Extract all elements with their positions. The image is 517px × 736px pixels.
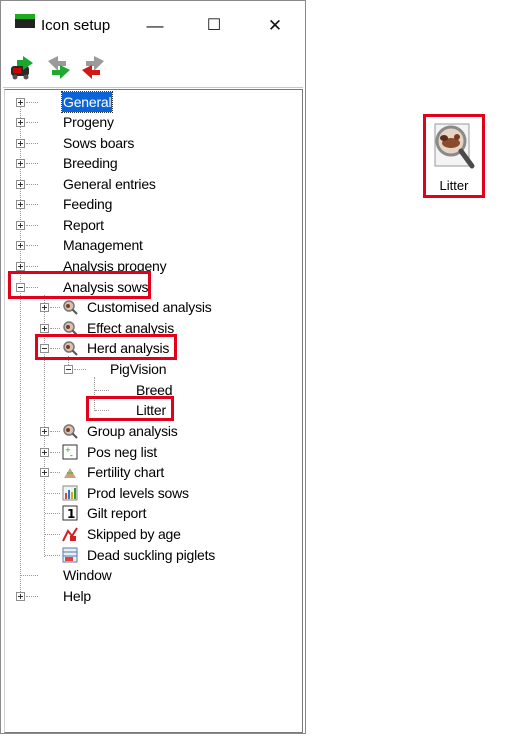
tree-item-general[interactable]: General (5, 91, 295, 113)
svg-text:1: 1 (67, 507, 75, 521)
tree-item-label: General entries (63, 176, 156, 192)
tree-item-label: Customised analysis (87, 299, 212, 315)
tree-item-label: Prod levels sows (87, 485, 189, 501)
tree-item-management[interactable]: Management (5, 235, 295, 255)
tree-item-customised-analysis[interactable]: Customised analysis (5, 297, 295, 317)
number-one-icon: 1 (62, 505, 78, 521)
tree-item-group-analysis[interactable]: Group analysis (5, 421, 295, 441)
litter-preview[interactable]: Litter (427, 118, 481, 195)
export-car-icon[interactable] (9, 53, 37, 81)
expand-toggle[interactable] (16, 592, 25, 601)
fertility-chart-icon (64, 468, 76, 478)
tree-item-label: Feeding (63, 196, 113, 212)
expand-toggle[interactable] (40, 468, 49, 477)
back-red-arrows-icon[interactable] (79, 53, 107, 81)
tree-item-label: Fertility chart (87, 464, 165, 480)
expand-toggle[interactable] (16, 139, 25, 148)
tree-item-pos-neg-list[interactable]: + - Pos neg list (5, 442, 295, 462)
tree-item-window[interactable]: Window (5, 565, 295, 585)
bar-chart-icon (62, 485, 78, 501)
expand-toggle[interactable] (40, 303, 49, 312)
tree-item-label: Skipped by age (87, 526, 181, 542)
expand-toggle[interactable] (40, 324, 49, 333)
tree-item-skipped-by-age[interactable]: Skipped by age (5, 524, 295, 544)
maximize-button[interactable]: ☐ (191, 11, 237, 41)
tree-item-fertility-chart[interactable]: Fertility chart (5, 462, 295, 482)
litter-preview-label: Litter (439, 178, 469, 193)
skipped-chart-icon (62, 527, 78, 542)
tree-item-label: Sows boars (63, 135, 135, 151)
tree-item-label: Group analysis (87, 423, 178, 439)
expand-toggle[interactable] (16, 241, 25, 250)
expand-toggle[interactable] (40, 448, 49, 457)
tree-item-label: PigVision (110, 361, 167, 377)
expand-toggle[interactable] (16, 180, 25, 189)
tree-item-label: Pos neg list (87, 444, 157, 460)
piglets-table-icon (62, 547, 78, 563)
svg-text:-: - (70, 451, 73, 460)
magnifier-pig-icon (434, 123, 475, 169)
expand-toggle[interactable] (40, 427, 49, 436)
magnifier-pig-icon (63, 424, 78, 439)
tree-item-feeding[interactable]: Feeding (5, 194, 295, 214)
tree-item-help[interactable]: Help (5, 586, 295, 606)
collapse-toggle[interactable] (64, 365, 73, 374)
tree-item-label: Help (63, 588, 91, 604)
tree-item-breeding[interactable]: Breeding (5, 153, 295, 173)
tree-item-label: Management (63, 237, 143, 253)
highlight-herd-analysis (35, 334, 177, 360)
app-icon (15, 14, 35, 28)
expand-toggle[interactable] (16, 200, 25, 209)
highlight-litter (86, 396, 174, 421)
title-bar[interactable]: Icon setup — ☐ ✕ (1, 1, 305, 47)
window-title: Icon setup (41, 17, 111, 34)
expand-toggle[interactable] (16, 221, 25, 230)
forward-green-arrows-icon[interactable] (45, 53, 73, 81)
tree-item-label: Gilt report (87, 505, 147, 521)
tree-item-label: Window (63, 567, 112, 583)
highlight-analysis-sows (8, 271, 151, 299)
tree-item-dead-suckling-piglets[interactable]: Dead suckling piglets (5, 545, 295, 565)
tree-item-label: Report (63, 217, 104, 233)
tree-item-progeny[interactable]: Progeny (5, 112, 295, 132)
tree-item-label: General (60, 91, 114, 113)
tree-item-label: Breeding (63, 155, 118, 171)
expand-toggle[interactable] (16, 159, 25, 168)
minimize-button[interactable]: — (132, 11, 178, 41)
expand-toggle[interactable] (16, 262, 25, 271)
expand-toggle[interactable] (16, 98, 25, 107)
tree-item-label: Progeny (63, 114, 114, 130)
tree-item-label: Dead suckling piglets (87, 547, 216, 563)
tree-item-pigvision[interactable]: PigVision (5, 359, 295, 379)
expand-toggle[interactable] (16, 118, 25, 127)
tree-item-general-entries[interactable]: General entries (5, 174, 295, 194)
magnifier-pig-icon (63, 300, 78, 315)
close-button[interactable]: ✕ (252, 11, 298, 41)
pos-neg-list-icon: +- (62, 444, 78, 460)
tree-item-report[interactable]: Report (5, 215, 295, 235)
icon-setup-window: Icon setup — ☐ ✕ General Progeny Sows bo… (0, 0, 306, 734)
tree-item-gilt-report[interactable]: 1 Gilt report (5, 503, 295, 523)
tree-item-prod-levels-sows[interactable]: Prod levels sows (5, 483, 295, 503)
tree-item-sows-boars[interactable]: Sows boars (5, 133, 295, 153)
toolbar (3, 49, 303, 88)
